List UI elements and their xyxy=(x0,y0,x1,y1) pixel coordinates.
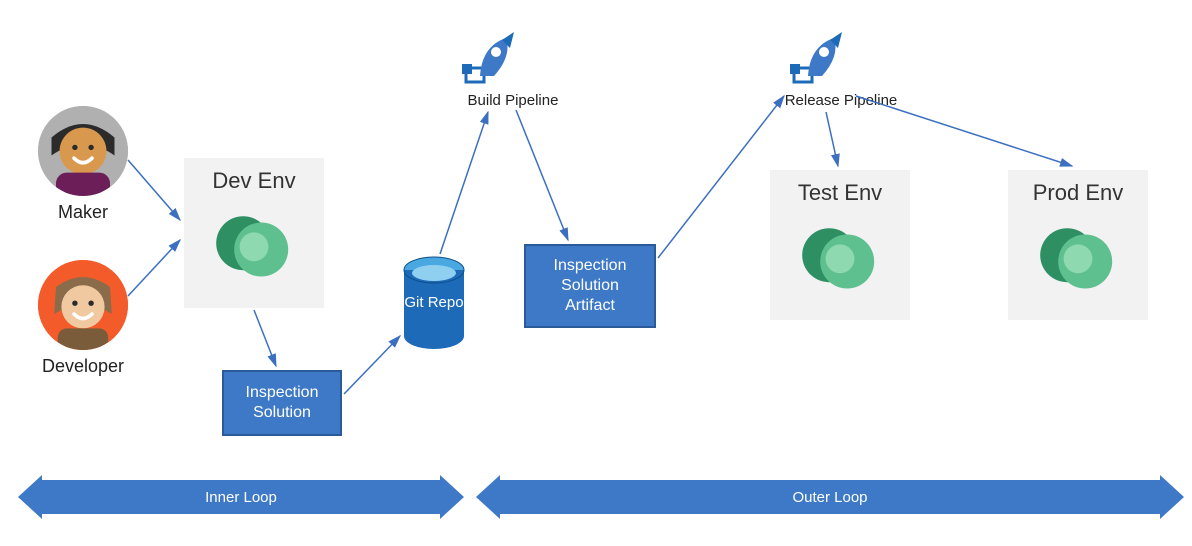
power-platform-icon xyxy=(795,212,885,302)
prod-env-box: Prod Env xyxy=(1008,170,1148,320)
inspection-artifact-box: Inspection Solution Artifact xyxy=(524,244,656,328)
power-platform-icon xyxy=(209,200,299,290)
developer-avatar xyxy=(38,260,128,350)
dev-env-title: Dev Env xyxy=(212,168,295,194)
git-repo-cylinder: Git Repo xyxy=(398,254,470,359)
outer-loop-label: Outer Loop xyxy=(792,489,867,506)
release-pipeline-label: Release Pipeline xyxy=(766,92,916,109)
inspection-solution-text: Inspection Solution xyxy=(246,383,319,423)
inner-loop-label: Inner Loop xyxy=(205,489,277,506)
release-pipeline-icon xyxy=(788,26,852,95)
inner-loop-bar: Inner Loop xyxy=(42,480,440,514)
power-platform-icon xyxy=(1033,212,1123,302)
developer-label: Developer xyxy=(28,356,138,377)
test-env-box: Test Env xyxy=(770,170,910,320)
dev-env-box: Dev Env xyxy=(184,158,324,308)
maker-label: Maker xyxy=(40,202,126,223)
maker-avatar xyxy=(38,106,128,196)
build-pipeline-icon xyxy=(460,26,524,95)
build-pipeline-label: Build Pipeline xyxy=(448,92,578,109)
test-env-title: Test Env xyxy=(798,180,882,206)
outer-loop-bar: Outer Loop xyxy=(500,480,1160,514)
inspection-solution-box: Inspection Solution xyxy=(222,370,342,436)
git-repo-label: Git Repo xyxy=(398,294,470,311)
prod-env-title: Prod Env xyxy=(1033,180,1124,206)
inspection-artifact-text: Inspection Solution Artifact xyxy=(554,256,627,316)
